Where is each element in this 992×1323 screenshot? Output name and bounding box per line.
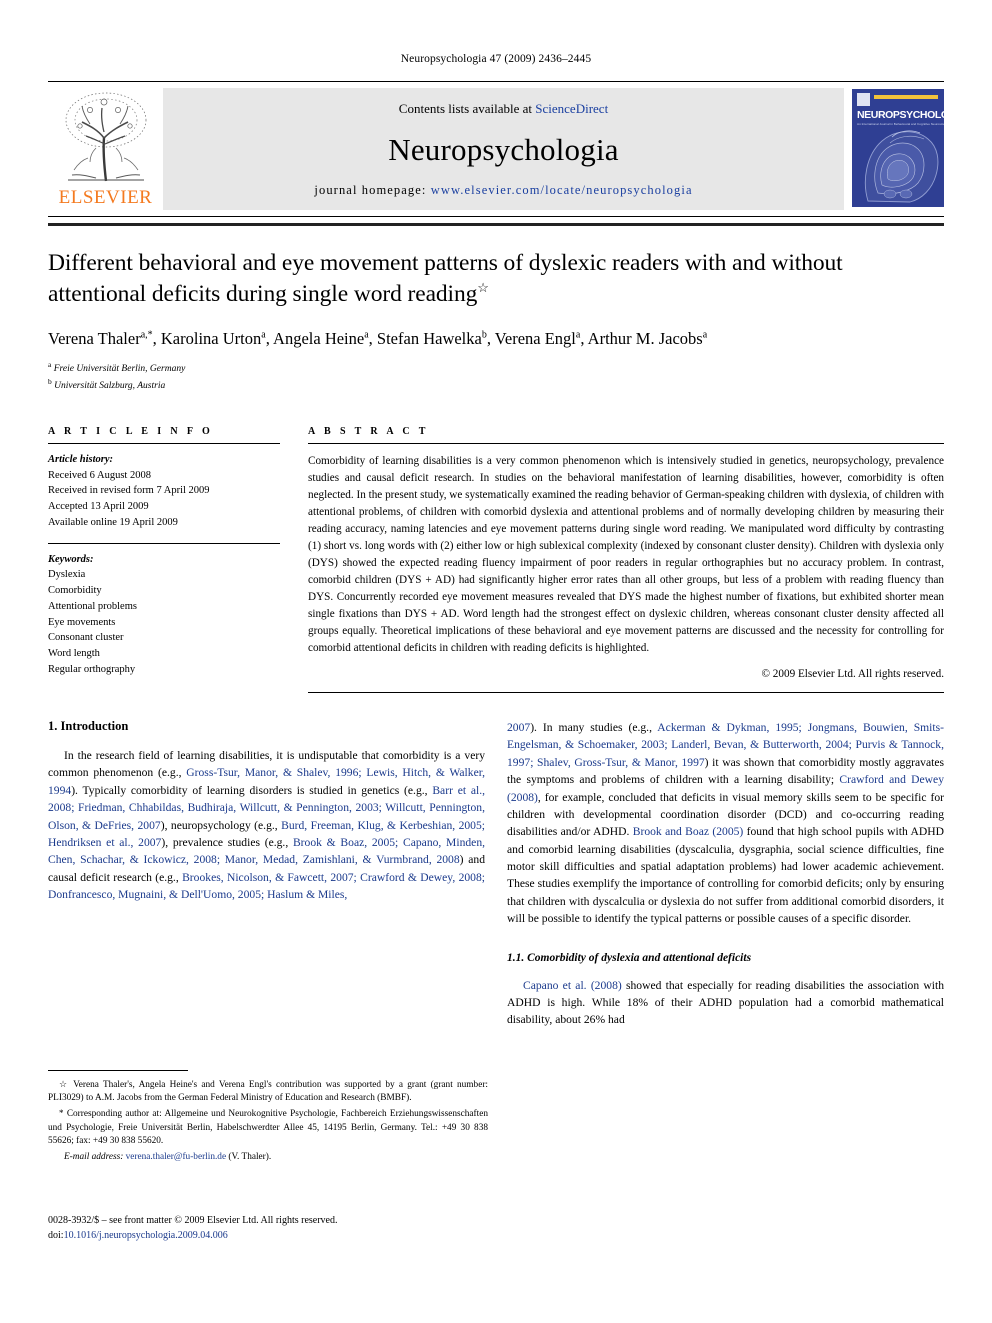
elsevier-wordmark: ELSEVIER [58, 187, 153, 208]
history-online: Available online 19 April 2009 [48, 516, 178, 528]
history-received: Received 6 August 2008 [48, 469, 151, 481]
affiliation-a: a Freie Universität Berlin, Germany [48, 360, 944, 377]
abstract-text: Comorbidity of learning disabilities is … [308, 454, 944, 654]
footnote-marker-asterisk: * [59, 1108, 64, 1119]
footnote-email-line: E-mail address: verena.thaler@fu-berlin.… [48, 1151, 488, 1164]
keyword-item: Comorbidity [48, 585, 102, 597]
footnote-funding: ☆ Verena Thaler's, Angela Heine's and Ve… [48, 1078, 488, 1105]
footnote-marker-star: ☆ [59, 1079, 69, 1089]
elsevier-logo: ELSEVIER [48, 82, 163, 216]
running-head: Neuropsychologia 47 (2009) 2436–2445 [400, 53, 592, 65]
journal-cover-thumbnail: NEUROPSYCHOLOGIA An International Journa… [852, 89, 944, 209]
affiliation-b: b Universität Salzburg, Austria [48, 377, 944, 394]
email-suffix: (V. Thaler). [228, 1151, 272, 1162]
contents-prefix: Contents lists available at [398, 100, 536, 116]
abstract-rule-bottom [308, 691, 944, 693]
footnote-rule [48, 1070, 188, 1071]
article-title-text: Different behavioral and eye movement pa… [48, 250, 843, 308]
email-label: E-mail address: [64, 1151, 124, 1162]
imprint-front-matter: 0028-3932/$ – see front matter © 2009 El… [48, 1215, 338, 1226]
sciencedirect-link[interactable]: ScienceDirect [535, 101, 608, 116]
footnote-corresponding-text: Corresponding author at: Allgemeine und … [48, 1109, 488, 1146]
article-history-label: Article history: [48, 453, 114, 465]
keyword-item: Regular orthography [48, 663, 136, 675]
intro-paragraph-left: In the research field of learning disabi… [48, 747, 485, 904]
info-abstract-region: A R T I C L E I N F O Article history: R… [48, 426, 944, 693]
title-footnote-marker: ☆ [477, 280, 489, 296]
body-text-run: ). In many studies (e.g., [530, 720, 658, 734]
abstract-copyright: © 2009 Elsevier Ltd. All rights reserved… [761, 667, 945, 680]
abstract-column: A B S T R A C T Comorbidity of learning … [308, 426, 944, 693]
subsection-heading-comorbidity: 1.1. Comorbidity of dyslexia and attenti… [507, 951, 752, 964]
keywords-label: Keywords: [48, 553, 94, 565]
footnote-zone: ☆ Verena Thaler's, Angela Heine's and Ve… [48, 1070, 488, 1164]
keyword-item: Eye movements [48, 616, 116, 628]
body-text-run: ), prevalence studies (e.g., [161, 835, 293, 849]
imprint-doi-line: doi:10.1016/j.neuropsychologia.2009.04.0… [48, 1228, 488, 1243]
journal-banner: Contents lists available at ScienceDirec… [163, 88, 844, 210]
article-history-block: Article history: Received 6 August 2008 … [48, 444, 280, 531]
journal-cover-image: NEUROPSYCHOLOGIA An International Journa… [852, 89, 944, 207]
doi-label: doi: [48, 1230, 64, 1241]
affiliation-list: a Freie Universität Berlin, Germany b Un… [48, 360, 944, 394]
affiliation-marker-a: a [48, 359, 52, 369]
affiliation-marker-b: b [48, 376, 52, 386]
contents-line: Contents lists available at ScienceDirec… [399, 101, 608, 117]
citation-reference[interactable]: 2007 [507, 721, 530, 734]
article-info-heading: A R T I C L E I N F O [48, 425, 214, 437]
imprint-block: 0028-3932/$ – see front matter © 2009 El… [48, 1213, 488, 1243]
journal-article-page: Neuropsychologia 47 (2009) 2436–2445 ELS… [0, 0, 992, 1323]
keyword-item: Word length [48, 648, 100, 660]
svg-text:NEUROPSYCHOLOGIA: NEUROPSYCHOLOGIA [857, 109, 944, 121]
homepage-url-link[interactable]: www.elsevier.com/locate/neuropsychologia [431, 183, 693, 197]
body-columns: 1. Introduction In the research field of… [48, 719, 944, 1037]
title-block: Different behavioral and eye movement pa… [48, 248, 944, 394]
history-accepted: Accepted 13 April 2009 [48, 501, 149, 513]
doi-link[interactable]: 10.1016/j.neuropsychologia.2009.04.006 [64, 1230, 228, 1241]
journal-masthead: ELSEVIER Contents lists available at Sci… [48, 81, 944, 217]
email-address-link[interactable]: verena.thaler@fu-berlin.de [126, 1152, 226, 1162]
journal-title: Neuropsychologia [388, 131, 619, 167]
footnote-corresponding-author: * Corresponding author at: Allgemeine un… [48, 1107, 488, 1148]
footnote-funding-text: Verena Thaler's, Angela Heine's and Vere… [48, 1080, 488, 1104]
body-text-run: found that high school pupils with ADHD … [507, 825, 944, 926]
body-text-run: ). Typically comorbidity of learning dis… [71, 783, 433, 797]
article-info-column: A R T I C L E I N F O Article history: R… [48, 426, 280, 693]
keyword-item: Consonant cluster [48, 632, 124, 644]
citation-reference[interactable]: Capano et al. (2008) [523, 979, 622, 992]
page-title: Different behavioral and eye movement pa… [48, 248, 944, 311]
homepage-label: journal homepage: [314, 182, 427, 197]
affiliation-text-a: Freie Universität Berlin, Germany [53, 364, 186, 375]
affiliation-text-b: Universität Salzburg, Austria [54, 381, 166, 392]
history-revised: Received in revised form 7 April 2009 [48, 485, 210, 497]
keywords-block: Keywords: Dyslexia Comorbidity Attention… [48, 544, 280, 678]
body-column-left: 1. Introduction In the research field of… [48, 719, 485, 1037]
body-text-run: ), neuropsychology (e.g., [160, 818, 282, 832]
subsection-paragraph: Capano et al. (2008) showed that especia… [507, 977, 944, 1029]
svg-text:An International Journal in Be: An International Journal in Behavioural … [857, 122, 944, 126]
citation-reference[interactable]: Brook and Boaz (2005) [633, 825, 744, 838]
intro-paragraph-right: 2007). In many studies (e.g., Ackerman &… [507, 719, 944, 928]
abstract-heading: A B S T R A C T [308, 425, 429, 437]
masthead-divider [48, 223, 944, 226]
author-list: Verena Thalera,*, Karolina Urtona, Angel… [48, 328, 708, 348]
elsevier-tree-icon [65, 92, 146, 182]
section-heading-introduction: 1. Introduction [48, 718, 129, 733]
keyword-item: Attentional problems [48, 600, 137, 612]
body-column-right: 2007). In many studies (e.g., Ackerman &… [507, 719, 944, 1037]
keyword-item: Dyslexia [48, 569, 86, 581]
journal-homepage-line: journal homepage: www.elsevier.com/locat… [314, 183, 692, 198]
